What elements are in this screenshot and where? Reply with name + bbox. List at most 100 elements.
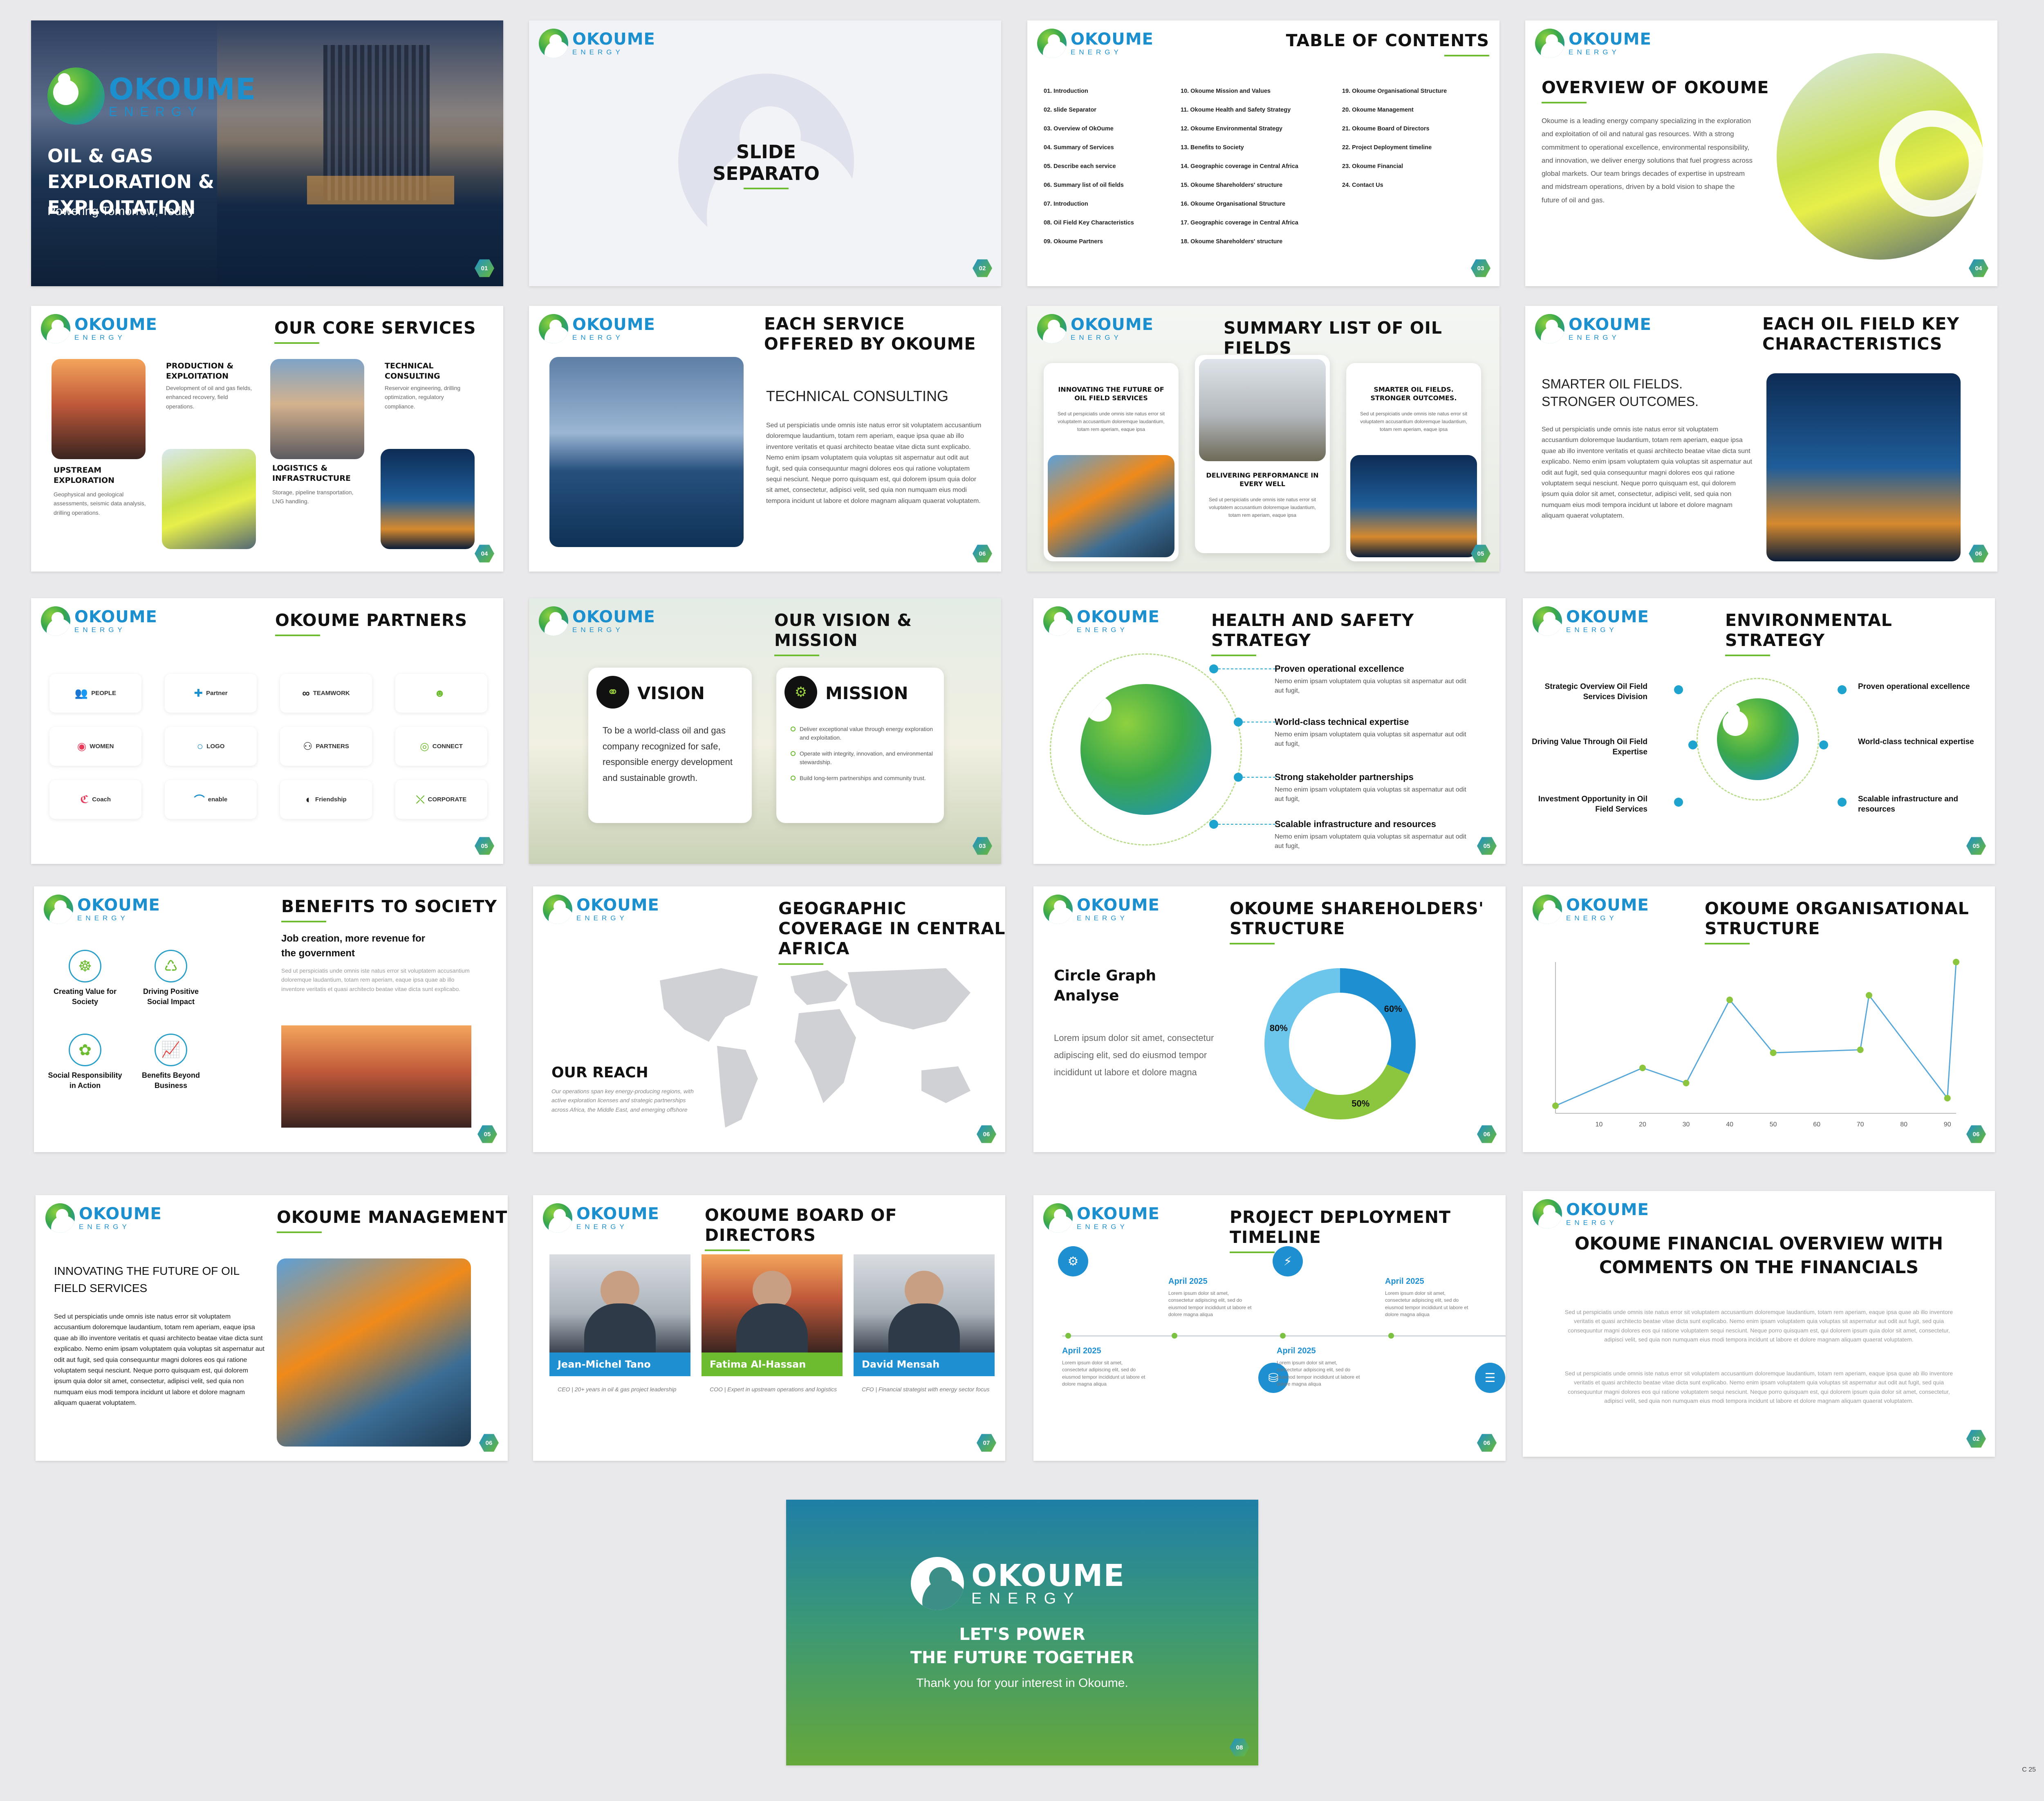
logo-sub: ENERGY — [1569, 334, 1620, 341]
toc-item[interactable]: 06. Summary list of oil fields — [1044, 182, 1124, 188]
slide-title-text: OKOUME MANAGEMENT — [277, 1207, 508, 1227]
slide-title-text: HEALTH AND SAFETY STRATEGY — [1211, 610, 1414, 650]
footer-code: C 25 — [2022, 1766, 2036, 1773]
partner-logo: ⤬ CORPORATE — [395, 780, 487, 819]
logo: OKOUME ENERGY — [41, 314, 157, 343]
toc-item[interactable]: 13. Benefits to Society — [1181, 144, 1244, 151]
director-name: Fatima Al-Hassan — [702, 1352, 843, 1376]
data-point — [1552, 1102, 1559, 1109]
slide-vision-mission[interactable]: OKOUME ENERGY OUR VISION & MISSION ⚭ VISI… — [529, 598, 1001, 864]
toc-item[interactable]: 12. Okoume Environmental Strategy — [1181, 126, 1282, 132]
slide-organisational[interactable]: OKOUME ENERGY OKOUME ORGANISATIONAL STRUC… — [1523, 886, 1995, 1152]
toc-item[interactable]: 09. Okoume Partners — [1044, 238, 1103, 245]
slide-environmental[interactable]: OKOUME ENERGY ENVIRONMENTAL STRATEGY Stra… — [1523, 598, 1995, 864]
slide-separator[interactable]: OKOUME ENERGY SLIDE SEPARATO 02 — [529, 20, 1001, 286]
service-exploration-text: Geophysical and geological assessments, … — [54, 491, 146, 516]
logo: OKOUME ENERGY — [1043, 606, 1160, 636]
director-name: David Mensah — [854, 1352, 995, 1376]
toc-item[interactable]: 07. Introduction — [1044, 201, 1088, 207]
toc-item[interactable]: 11. Okoume Health and Safety Strategy — [1181, 107, 1291, 113]
partner-logo: ∞ TEAMWORK — [280, 674, 372, 713]
env-right-item: Scalable infrastructure and resources — [1858, 795, 1958, 814]
slide-closing[interactable]: OKOUME ENERGY LET'S POWER THE FUTURE TOG… — [786, 1500, 1258, 1765]
page-number: 06 — [1969, 545, 1988, 563]
toc-item[interactable]: 08. Oil Field Key Characteristics — [1044, 220, 1134, 226]
logo: OKOUME ENERGY — [1037, 314, 1154, 343]
x-tick-label: 40 — [1726, 1121, 1733, 1128]
toc-item[interactable]: 20. Okoume Management — [1342, 107, 1414, 113]
okoume-logo-icon — [543, 895, 572, 924]
toc-item[interactable]: 01. Introduction — [1044, 88, 1088, 94]
donut-slice — [1340, 968, 1416, 1074]
benefit-icon: 📈 — [155, 1034, 187, 1066]
slide-management[interactable]: OKOUME ENERGY OKOUME MANAGEMENT INNOVATIN… — [36, 1195, 508, 1461]
toc-item[interactable]: 05. Describe each service — [1044, 163, 1116, 170]
slide-title: OKOUME MANAGEMENT — [277, 1207, 508, 1234]
partner-icon: ✚ — [194, 687, 203, 699]
slide-overview[interactable]: OKOUME ENERGY OVERVIEW OF OKOUME Okoume i… — [1525, 20, 1997, 286]
service-subtitle: TECHNICAL CONSULTING — [766, 388, 949, 404]
overview-body: Okoume is a leading energy company speci… — [1542, 117, 1753, 204]
logo-name: OKOUME — [572, 315, 655, 334]
okoume-logo-icon — [1037, 29, 1067, 58]
slide-title-text: PROJECT DEPLOYMENT TIMELINE — [1230, 1207, 1451, 1247]
okoume-logo-icon — [1043, 895, 1073, 924]
strategy-dot — [1209, 664, 1218, 673]
closing-line-1: LET'S POWER — [959, 1624, 1085, 1644]
slide-board-directors[interactable]: OKOUME ENERGY OKOUME BOARD OF DIRECTORS J… — [533, 1195, 1005, 1461]
toc-item[interactable]: 21. Okoume Board of Directors — [1342, 126, 1430, 132]
slide-shareholders[interactable]: OKOUME ENERGY OKOUME SHAREHOLDERS' STRUCT… — [1033, 886, 1506, 1152]
slide-each-service[interactable]: OKOUME ENERGY EACH SERVICE OFFERED BY OKO… — [529, 306, 1001, 572]
toc-item[interactable]: 04. Summary of Services — [1044, 144, 1114, 151]
slide-table-of-contents[interactable]: OKOUME ENERGY TABLE OF CONTENTS 01. Intro… — [1027, 20, 1499, 286]
slide-cover[interactable]: OKOUME ENERGY OIL & GAS EXPLORATION & EX… — [31, 20, 503, 286]
slide-health-safety[interactable]: OKOUME ENERGY HEALTH AND SAFETY STRATEGY … — [1033, 598, 1506, 864]
slide-title-text: OKOUME ORGANISATIONAL STRUCTURE — [1705, 899, 1969, 939]
data-point — [1639, 1065, 1646, 1071]
slide-project-timeline[interactable]: OKOUME ENERGY PROJECT DEPLOYMENT TIMELINE… — [1033, 1195, 1506, 1461]
strategy-item-title: Proven operational excellence — [1275, 664, 1404, 674]
service-production-text: Development of oil and gas fields, enhan… — [166, 385, 252, 410]
slide-title-text: OKOUME SHAREHOLDERS' STRUCTURE — [1230, 899, 1484, 939]
page-number: 06 — [1477, 1434, 1497, 1452]
toc-item[interactable]: 19. Okoume Organisational Structure — [1342, 88, 1447, 94]
toc-item[interactable]: 18. Okoume Shareholders' structure — [1181, 238, 1282, 245]
toc-item[interactable]: 03. Overview of OkOume — [1044, 126, 1114, 132]
logo: OKOUME ENERGY — [41, 606, 157, 636]
slide-oil-fields-summary[interactable]: OKOUME ENERGY SUMMARY LIST OF OIL FIELDS … — [1027, 306, 1499, 572]
slide-title: OUR CORE SERVICES — [274, 318, 476, 344]
toc-item[interactable]: 14. Geographic coverage in Central Afric… — [1181, 163, 1298, 170]
check-icon — [791, 751, 796, 756]
toc-item[interactable]: 02. slide Separator — [1044, 107, 1096, 113]
toc-item[interactable]: 16. Okoume Organisational Structure — [1181, 201, 1285, 207]
toc-item[interactable]: 15. Okoume Shareholders' structure — [1181, 182, 1282, 188]
strategy-item-text: Nemo enim ipsam voluptatem quia voluptas… — [1275, 786, 1466, 803]
slide-geographic-coverage[interactable]: OKOUME ENERGY GEOGRAPHIC COVERAGE IN CENT… — [533, 886, 1005, 1152]
suit — [584, 1303, 656, 1361]
donut-label: 50% — [1351, 1099, 1369, 1109]
toc-item[interactable]: 17. Geographic coverage in Central Afric… — [1181, 220, 1298, 226]
donut-label: 60% — [1384, 1004, 1402, 1014]
partner-name: WOMEN — [90, 743, 114, 750]
toc-item[interactable]: 23. Okoume Financial — [1342, 163, 1403, 170]
partner-name: Partner — [206, 690, 228, 697]
toc-item[interactable]: 24. Contact Us — [1342, 182, 1383, 188]
toc-item[interactable]: 22. Project Deployment timeline — [1342, 144, 1432, 151]
logo-name: OKOUME — [79, 1204, 162, 1223]
toc-item[interactable]: 10. Okoume Mission and Values — [1181, 88, 1271, 94]
gear-target-icon: ⚙ — [784, 676, 817, 709]
slide-partners[interactable]: OKOUME ENERGY OKOUME PARTNERS 👥 PEOPLE ✚ Par… — [31, 598, 503, 864]
service-body: Sed ut perspiciatis unde omnis iste natu… — [766, 422, 982, 505]
env-dot — [1838, 798, 1847, 807]
organisational-line-chart: 10 20 30 40 50 60 70 80 90 — [1552, 959, 1959, 1128]
slide-title: OKOUME BOARD OF DIRECTORS — [705, 1205, 1005, 1252]
slide-oil-field-characteristics[interactable]: OKOUME ENERGY EACH OIL FIELD KEY CHARACTE… — [1525, 306, 1997, 572]
x-tick-label: 70 — [1857, 1121, 1864, 1128]
logo-sub: ENERGY — [74, 626, 126, 634]
slide-core-services[interactable]: OKOUME ENERGY OUR CORE SERVICES PRODUCTIO… — [31, 306, 503, 572]
logo-sub: ENERGY — [1071, 334, 1122, 341]
logo-sub: ENERGY — [74, 334, 126, 341]
closing-line-2: THE FUTURE TOGETHER — [910, 1648, 1134, 1667]
slide-financial-overview[interactable]: OKOUME ENERGY OKOUME FINANCIAL OVERVIEW W… — [1523, 1191, 1995, 1457]
slide-benefits[interactable]: OKOUME ENERGY BENEFITS TO SOCIETY Job cre… — [34, 886, 506, 1152]
